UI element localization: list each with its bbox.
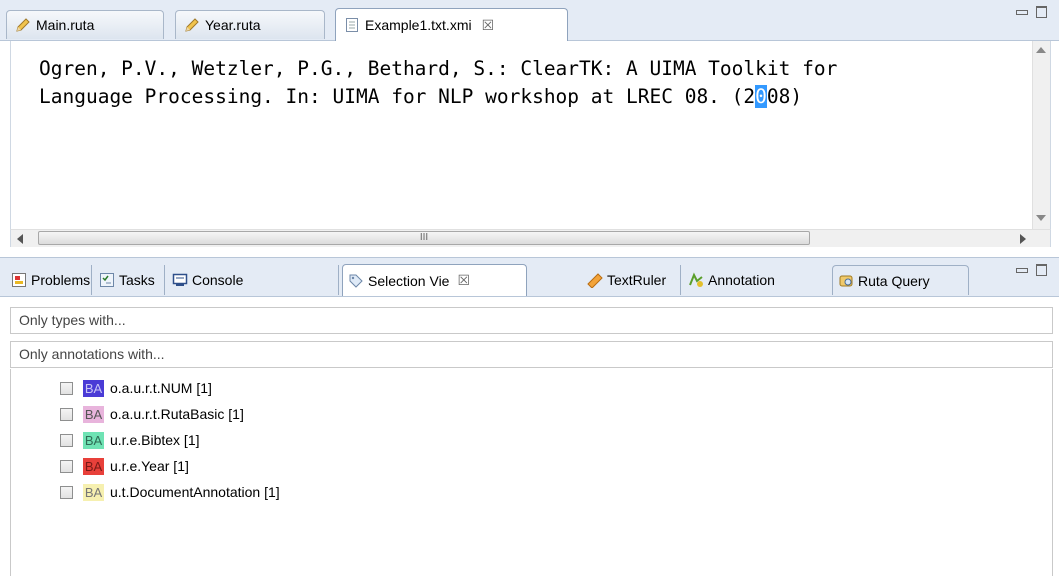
tab-example1-xmi[interactable]: Example1.txt.xmi ☒: [335, 8, 568, 41]
tab-label: Annotation: [708, 272, 775, 288]
color-badge: BA: [83, 379, 104, 397]
tag-icon: [348, 273, 364, 289]
tab-label: Ruta Query: [858, 272, 930, 289]
tab-label: Tasks: [119, 272, 155, 288]
annotation-checkbox[interactable]: [60, 459, 73, 473]
editor-window-controls: [1016, 6, 1047, 18]
minimize-icon[interactable]: [1016, 268, 1028, 273]
color-badge: BA: [83, 483, 104, 501]
annotation-label: u.t.DocumentAnnotation [1]: [110, 484, 280, 500]
tab-label: Console: [192, 272, 244, 288]
list-item[interactable]: BA o.a.u.r.t.NUM [1]: [60, 375, 280, 401]
ruler-icon: [587, 272, 603, 289]
scroll-down-icon[interactable]: [1036, 215, 1046, 221]
minimize-icon[interactable]: [1016, 10, 1028, 15]
tab-label: Selection Vie: [368, 272, 450, 289]
tab-label: Year.ruta: [205, 17, 261, 33]
list-item[interactable]: BA u.t.DocumentAnnotation [1]: [60, 479, 280, 505]
annotation-label: o.a.u.r.t.NUM [1]: [110, 380, 212, 396]
view-tab-bar: Problems Tasks Console Selection Vie ☒ T…: [0, 257, 1059, 297]
console-icon: [172, 272, 188, 288]
tab-selection-view[interactable]: Selection Vie ☒: [342, 264, 527, 296]
pencil-icon: [15, 17, 31, 33]
tab-label: TextRuler: [607, 272, 667, 288]
view-window-controls: [1016, 264, 1047, 276]
scroll-right-icon[interactable]: [1020, 234, 1026, 244]
annotation-type-list: BA o.a.u.r.t.NUM [1] BA o.a.u.r.t.RutaBa…: [60, 375, 280, 505]
query-icon: [838, 273, 854, 289]
annotation-checkbox[interactable]: [60, 407, 73, 421]
color-badge: BA: [83, 405, 104, 423]
tab-main-ruta[interactable]: Main.ruta: [6, 10, 164, 39]
tab-label: Problems: [31, 272, 91, 288]
tasks-icon: [99, 272, 115, 288]
pencil-icon: [184, 17, 200, 33]
document-icon: [344, 17, 360, 33]
editor-tab-bar: Main.ruta Year.ruta Example1.txt.xmi ☒: [0, 0, 1059, 41]
text-editor[interactable]: Ogren, P.V., Wetzler, P.G., Bethard, S.:…: [10, 41, 1051, 229]
tab-ruta-query[interactable]: Ruta Query: [832, 265, 969, 295]
editor-text[interactable]: Ogren, P.V., Wetzler, P.G., Bethard, S.:…: [39, 55, 837, 111]
annotation-checkbox[interactable]: [60, 485, 73, 499]
annotation-checkbox[interactable]: [60, 381, 73, 395]
vertical-scrollbar[interactable]: [1032, 41, 1050, 229]
maximize-icon[interactable]: [1036, 6, 1047, 18]
list-item[interactable]: BA u.r.e.Bibtex [1]: [60, 427, 280, 453]
scroll-up-icon[interactable]: [1036, 47, 1046, 53]
problems-icon: [11, 272, 27, 288]
close-icon[interactable]: ☒: [457, 272, 470, 289]
tab-problems[interactable]: Problems: [6, 265, 92, 295]
scroll-left-icon[interactable]: [17, 234, 23, 244]
maximize-icon[interactable]: [1036, 264, 1047, 276]
annotation-checkbox[interactable]: [60, 433, 73, 447]
annotation-icon: [688, 272, 704, 288]
horizontal-scrollbar[interactable]: III: [10, 229, 1051, 247]
editor-line-1: Ogren, P.V., Wetzler, P.G., Bethard, S.:…: [39, 57, 838, 80]
annotation-label: u.r.e.Year [1]: [110, 458, 189, 474]
editor-selection: 0: [755, 85, 767, 108]
editor-line-2-after: 08): [766, 85, 803, 108]
close-icon[interactable]: ☒: [482, 17, 495, 34]
annotation-label: u.r.e.Bibtex [1]: [110, 432, 200, 448]
list-item[interactable]: BA u.r.e.Year [1]: [60, 453, 280, 479]
tab-annotation[interactable]: Annotation: [683, 265, 825, 295]
color-badge: BA: [83, 431, 104, 449]
tab-textruler[interactable]: TextRuler: [582, 265, 681, 295]
tab-label: Main.ruta: [36, 17, 95, 33]
list-item[interactable]: BA o.a.u.r.t.RutaBasic [1]: [60, 401, 280, 427]
editor-line-2-before: Language Processing. In: UIMA for NLP wo…: [39, 85, 756, 108]
scroll-thumb[interactable]: III: [38, 231, 810, 245]
annotation-label: o.a.u.r.t.RutaBasic [1]: [110, 406, 244, 422]
tab-tasks[interactable]: Tasks: [94, 265, 165, 295]
annotations-filter-input[interactable]: Only annotations with...: [10, 341, 1053, 368]
tab-console[interactable]: Console: [167, 265, 339, 295]
types-filter-input[interactable]: Only types with...: [10, 307, 1053, 334]
tab-label: Example1.txt.xmi: [365, 17, 472, 33]
color-badge: BA: [83, 457, 104, 475]
tab-year-ruta[interactable]: Year.ruta: [175, 10, 325, 39]
